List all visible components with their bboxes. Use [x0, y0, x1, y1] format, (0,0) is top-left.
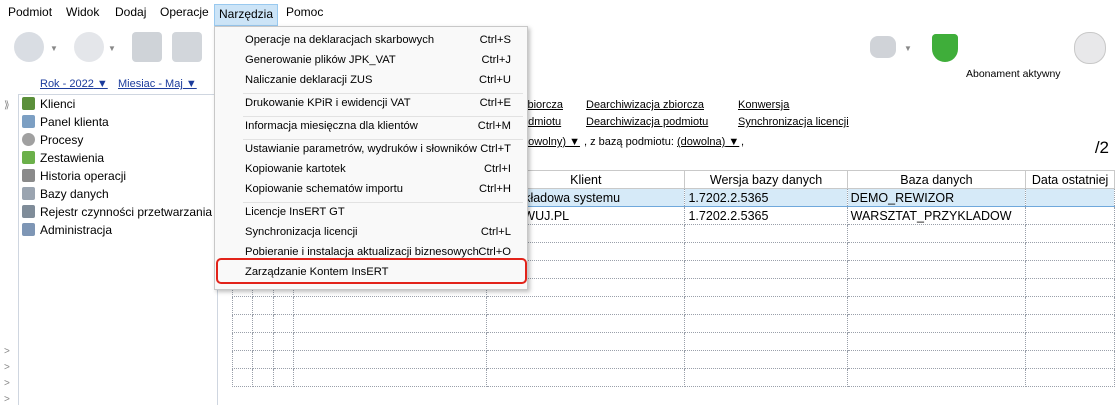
narzedzia-dropdown-menu: Operacje na deklaracjach skarbowych Ctrl+…	[214, 26, 528, 290]
highlight-frame	[216, 258, 527, 284]
toolbar: ▼ ▼ ▼ Abonament aktywny	[0, 26, 1115, 80]
clients-icon	[22, 97, 35, 110]
link-dearchiwizacja-zbiorcza[interactable]: Dearchiwizacja zbiorcza	[586, 99, 704, 111]
sidebar-item-rejestr[interactable]: Rejestr czynności przetwarzania	[22, 203, 212, 221]
chevron-down-icon[interactable]: ▼	[50, 44, 58, 53]
menu-operacje[interactable]: Operacje	[156, 0, 213, 24]
filter-label: , z bazą podmiotu:	[584, 136, 674, 148]
filter-dropdown[interactable]: dowolny) ▼	[522, 136, 580, 148]
menu-item-operacje-deklaracje[interactable]: Operacje na deklaracjach skarbowych Ctrl+…	[215, 30, 525, 50]
table-row[interactable]	[231, 332, 1115, 351]
column-header-baza[interactable]: Baza danych	[846, 170, 1027, 189]
menu-item-synchronizacja-licencji[interactable]: Synchronizacja licencji Ctrl+L	[215, 222, 525, 242]
link-synchronizacja-licencji[interactable]: Synchronizacja licencji	[738, 116, 849, 128]
database-filter-dropdown[interactable]: (dowolna) ▼	[677, 136, 739, 148]
expand-icon[interactable]: >	[4, 378, 10, 389]
menu-item-informacja-miesieczna[interactable]: Informacja miesięczna dla klientów Ctrl+M	[215, 116, 525, 136]
sidebar-item-zestawienia[interactable]: Zestawienia	[22, 149, 104, 167]
menu-dodaj[interactable]: Dodaj	[111, 0, 150, 24]
menu-item-ustawianie-parametrow[interactable]: Ustawianie parametrów, wydruków i słowni…	[215, 139, 525, 159]
subscription-status: Abonament aktywny	[966, 68, 1061, 80]
sidebar-item-administracja[interactable]: Administracja	[22, 221, 112, 239]
table-row[interactable]	[231, 350, 1115, 369]
gear-icon	[22, 133, 35, 146]
report-icon	[22, 151, 35, 164]
menu-item-kopiowanie-kartotek[interactable]: Kopiowanie kartotek Ctrl+I	[215, 159, 525, 179]
expand-icon[interactable]: >	[4, 346, 10, 357]
menu-widok[interactable]: Widok	[62, 0, 103, 24]
register-icon	[22, 205, 35, 218]
menu-item-kopiowanie-schematow[interactable]: Kopiowanie schematów importu Ctrl+H	[215, 179, 525, 199]
admin-icon	[22, 223, 35, 236]
column-header-data[interactable]: Data ostatniej	[1025, 170, 1115, 189]
menu-podmiot[interactable]: Podmiot	[4, 0, 56, 24]
package-icon[interactable]	[172, 32, 202, 62]
menu-item-drukowanie-kpir[interactable]: Drukowanie KPiR i ewidencji VAT Ctrl+E	[215, 93, 525, 113]
expand-icon[interactable]: >	[4, 394, 10, 405]
help-icon[interactable]	[1074, 32, 1106, 64]
menu-item-zus[interactable]: Naliczanie deklaracji ZUS Ctrl+U	[215, 70, 525, 90]
collapse-icon[interactable]: ⟫	[4, 100, 10, 111]
forward-icon[interactable]	[74, 32, 104, 62]
history-icon	[22, 169, 35, 182]
menu-item-jpk-vat[interactable]: Generowanie plików JPK_VAT Ctrl+J	[215, 50, 525, 70]
sidebar-item-bazy-danych[interactable]: Bazy danych	[22, 185, 109, 203]
table-row[interactable]	[231, 368, 1115, 387]
database-icon	[22, 187, 35, 200]
table-row[interactable]	[231, 296, 1115, 315]
year-selector[interactable]: Rok - 2022 ▼	[40, 78, 108, 90]
chevron-down-icon[interactable]: ▼	[108, 44, 116, 53]
link-dearchiwizacja-podmiotu[interactable]: Dearchiwizacja podmiotu	[586, 116, 708, 128]
back-icon[interactable]	[14, 32, 44, 62]
chevron-down-icon[interactable]: ▼	[904, 44, 912, 53]
cloud-icon[interactable]	[870, 36, 896, 58]
expand-icon[interactable]: >	[4, 362, 10, 373]
sidebar-item-historia-operacji[interactable]: Historia operacji	[22, 167, 126, 185]
link-archiwizacja-zbiorcza[interactable]: zbiorcza	[522, 99, 563, 111]
column-header-wersja[interactable]: Wersja bazy danych	[684, 170, 848, 189]
menubar: Podmiot Widok Dodaj Operacje Narzędzia P…	[0, 0, 1115, 26]
month-selector[interactable]: Miesiac - Maj ▼	[118, 78, 197, 90]
menu-item-licencje[interactable]: Licencje InsERT GT	[215, 202, 525, 222]
sidebar-item-klienci[interactable]: Klienci	[22, 95, 75, 113]
link-konwersja[interactable]: Konwersja	[738, 99, 789, 111]
menu-pomoc[interactable]: Pomoc	[282, 0, 327, 24]
menu-narzedzia[interactable]: Narzędzia	[214, 4, 279, 26]
shield-check-icon	[932, 34, 958, 62]
panel-icon	[22, 115, 35, 128]
filter-end: ,	[741, 136, 745, 148]
table-row[interactable]	[231, 314, 1115, 333]
sidebar-item-procesy[interactable]: Procesy	[22, 131, 83, 149]
page-counter: /2	[1094, 138, 1109, 157]
sidebar-item-panel-klienta[interactable]: Panel klienta	[22, 113, 109, 131]
database-icon[interactable]	[132, 32, 162, 62]
